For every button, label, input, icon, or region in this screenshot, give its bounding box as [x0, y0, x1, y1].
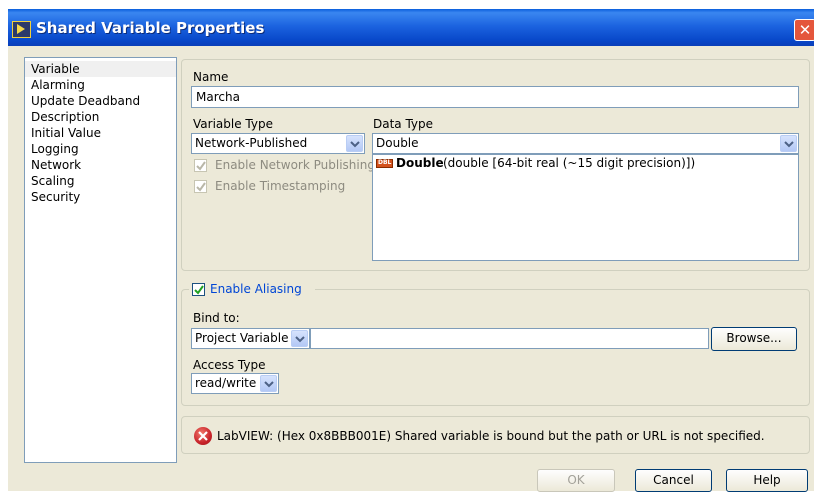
cancel-button[interactable]: Cancel — [635, 469, 712, 492]
ok-button[interactable]: OK — [537, 469, 615, 492]
variable-type-value: Network-Published — [195, 136, 308, 150]
list-item[interactable]: DBL Double (double [64-bit real (~15 dig… — [373, 155, 798, 172]
name-label: Name — [193, 70, 229, 84]
category-item-update-deadband[interactable]: Update Deadband — [25, 93, 176, 109]
enable-network-publishing-checkbox[interactable] — [194, 159, 207, 172]
enable-aliasing-checkbox[interactable] — [192, 283, 205, 296]
chevron-down-icon[interactable] — [346, 135, 363, 152]
category-item-security[interactable]: Security — [25, 189, 176, 205]
enable-network-publishing-label: Enable Network Publishing — [215, 158, 375, 172]
bind-to-label: Bind to: — [193, 311, 240, 325]
category-item-alarming[interactable]: Alarming — [25, 77, 176, 93]
variable-type-dropdown[interactable]: Network-Published — [191, 133, 365, 154]
data-type-value: Double — [376, 136, 419, 150]
error-message: LabVIEW: (Hex 0x8BBB001E) Shared variabl… — [217, 429, 765, 443]
data-type-label: Data Type — [373, 117, 434, 131]
access-type-dropdown[interactable]: read/write — [191, 373, 279, 394]
enable-aliasing-label: Enable Aliasing — [210, 282, 302, 296]
category-item-logging[interactable]: Logging — [25, 141, 176, 157]
variable-type-label: Variable Type — [193, 117, 273, 131]
data-type-dropdown[interactable]: Double — [372, 133, 799, 154]
access-type-label: Access Type — [193, 358, 266, 372]
bind-to-dropdown[interactable]: Project Variable — [191, 328, 310, 349]
data-type-description: (double [64-bit real (~15 digit precisio… — [443, 156, 696, 170]
category-item-variable[interactable]: Variable — [25, 61, 176, 77]
labview-app-icon — [12, 21, 31, 38]
category-item-scaling[interactable]: Scaling — [25, 173, 176, 189]
data-type-name: Double — [396, 156, 444, 170]
category-list: Variable Alarming Update Deadband Descri… — [24, 57, 177, 463]
browse-button[interactable]: Browse... — [711, 327, 797, 351]
window-title: Shared Variable Properties — [36, 19, 265, 37]
chevron-down-icon[interactable] — [260, 375, 277, 392]
access-type-value: read/write — [195, 376, 257, 390]
help-button[interactable]: Help — [726, 469, 808, 492]
category-item-initial-value[interactable]: Initial Value — [25, 125, 176, 141]
dbl-type-icon: DBL — [376, 159, 393, 168]
data-type-list[interactable]: DBL Double (double [64-bit real (~15 dig… — [372, 154, 799, 261]
bind-to-value: Project Variable — [195, 331, 289, 345]
chevron-down-icon[interactable] — [291, 330, 308, 347]
chevron-down-icon[interactable] — [780, 135, 797, 152]
category-item-network[interactable]: Network — [25, 157, 176, 173]
enable-timestamping-label: Enable Timestamping — [215, 179, 346, 193]
name-field[interactable]: Marcha — [191, 86, 799, 108]
category-item-description[interactable]: Description — [25, 109, 176, 125]
enable-timestamping-checkbox[interactable] — [194, 180, 207, 193]
error-icon — [194, 427, 212, 445]
bind-path-field[interactable] — [310, 328, 709, 349]
close-button[interactable]: ✕ — [794, 19, 814, 41]
